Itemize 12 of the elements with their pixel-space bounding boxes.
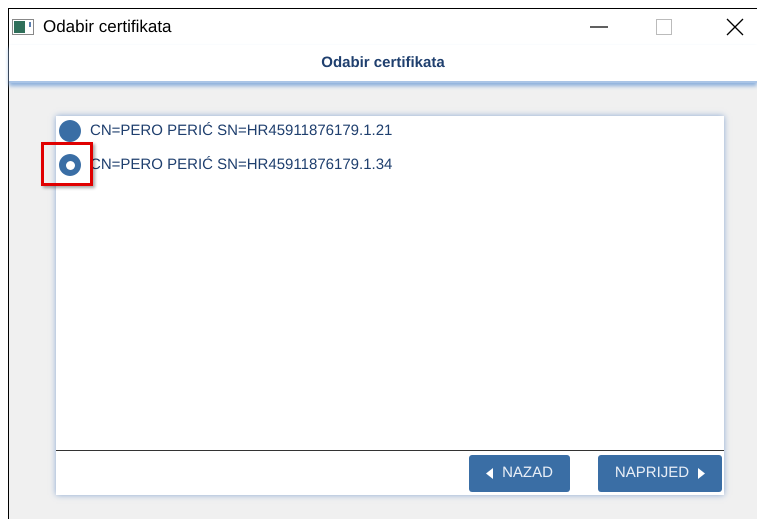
- left-triangle-icon: [486, 468, 494, 478]
- right-triangle-icon: [698, 468, 706, 478]
- header-title: Odabir certifikata: [321, 52, 445, 73]
- certificate-label[interactable]: CN=PERO PERIĆ SN=HR45911876179.1.34: [90, 154, 392, 176]
- close-icon[interactable]: [726, 18, 744, 36]
- window-title: Odabir certifikata: [43, 16, 172, 38]
- app-icon: [12, 19, 34, 35]
- back-button[interactable]: NAZAD: [469, 454, 570, 492]
- radio-button[interactable]: [59, 120, 81, 142]
- certificate-label[interactable]: CN=PERO PERIĆ SN=HR45911876179.1.21: [90, 120, 392, 142]
- radio-button[interactable]: [59, 154, 81, 176]
- next-button[interactable]: NAPRIJED: [598, 454, 722, 492]
